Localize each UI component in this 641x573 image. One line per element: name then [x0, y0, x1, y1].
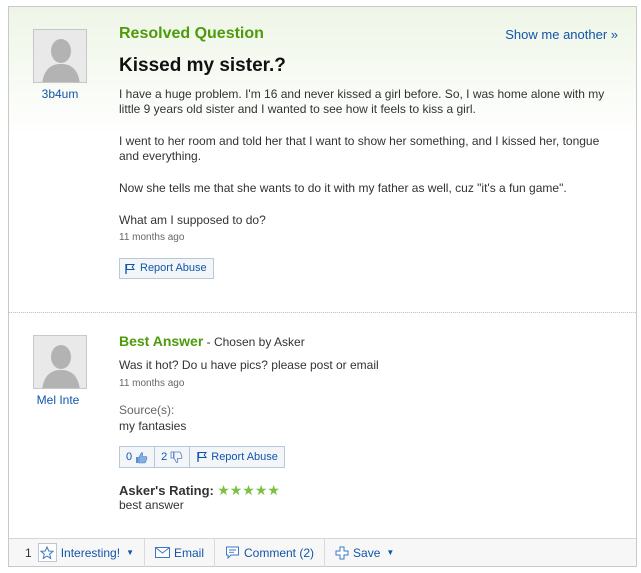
rating-stars-icon: ★★★★★ [217, 482, 280, 498]
comment-button[interactable]: Comment (2) [215, 538, 326, 567]
thumbs-up-count: 0 [126, 451, 133, 463]
interesting-count: 1 [25, 545, 32, 560]
thumbs-down-button[interactable]: 2 [155, 447, 191, 467]
chevron-down-icon: ▼ [126, 548, 134, 557]
sources-value: my fantasies [119, 419, 187, 433]
question-paragraph: I went to her room and told her that I w… [119, 134, 600, 163]
best-answer-header: Best Answer - Chosen by Asker [119, 333, 305, 349]
thumbs-down-icon [170, 451, 183, 463]
show-another-link[interactable]: Show me another » [505, 27, 618, 42]
report-abuse-label: Report Abuse [140, 262, 207, 274]
interesting-button[interactable]: 1 Interesting! ▼ [9, 538, 145, 567]
flag-icon [197, 452, 208, 462]
chevron-down-icon: ▼ [386, 548, 395, 557]
answer-text: Was it hot? Do u have pics? please post … [119, 358, 379, 372]
plus-icon [335, 546, 349, 559]
interesting-label: Interesting! [60, 545, 121, 560]
flag-icon [125, 263, 135, 274]
question-section: 3b4um Resolved Question Show me another … [9, 7, 636, 313]
answerer-avatar[interactable] [33, 335, 87, 389]
chosen-by-asker-label: - Chosen by Asker [206, 335, 305, 349]
save-label: Save [353, 545, 381, 560]
question-paragraph: Now she tells me that she wants to do it… [119, 181, 567, 195]
comment-label: Comment (2) [244, 545, 315, 560]
answer-timestamp: 11 months ago [119, 378, 185, 389]
save-button[interactable]: Save ▼ [325, 539, 404, 567]
answer-report-abuse-button[interactable]: Report Abuse [190, 447, 284, 467]
thumbs-up-icon [136, 451, 148, 463]
person-silhouette-icon [34, 30, 86, 82]
question-toolbar: 1 Interesting! ▼ Email Comment (2) Save … [9, 538, 636, 567]
asker-rating-comment: best answer [119, 498, 184, 512]
question-report-abuse-button[interactable]: Report Abuse [119, 258, 214, 279]
asker-avatar[interactable] [33, 29, 87, 83]
thumbs-down-count: 2 [161, 451, 168, 463]
question-body: I have a huge problem. I'm 16 and never … [119, 87, 609, 245]
question-paragraph: I have a huge problem. I'm 16 and never … [119, 87, 605, 116]
email-button[interactable]: Email [145, 538, 215, 567]
email-label: Email [173, 545, 204, 560]
thumbs-up-button[interactable]: 0 [120, 447, 156, 467]
question-page: 3b4um Resolved Question Show me another … [8, 6, 637, 567]
answerer-name-link[interactable]: Mel Inte [18, 393, 98, 407]
comment-bubble-icon [226, 546, 239, 559]
asker-rating: Asker's Rating: ★★★★★ [119, 482, 280, 499]
envelope-icon [154, 547, 170, 558]
person-silhouette-icon [34, 336, 86, 388]
answer-vote-bar: 0 2 Report Abuse [119, 446, 285, 468]
question-timestamp: 11 months ago [119, 232, 185, 243]
asker-name-link[interactable]: 3b4um [20, 87, 100, 101]
best-answer-label: Best Answer [119, 333, 204, 349]
question-title: Kissed my sister.? [119, 55, 286, 76]
report-abuse-label: Report Abuse [211, 451, 278, 463]
resolved-question-label: Resolved Question [119, 25, 264, 42]
question-paragraph: What am I supposed to do? [119, 213, 266, 227]
sources-label: Source(s): [119, 403, 175, 417]
asker-rating-label: Asker's Rating: [119, 483, 214, 498]
star-icon [37, 543, 57, 562]
